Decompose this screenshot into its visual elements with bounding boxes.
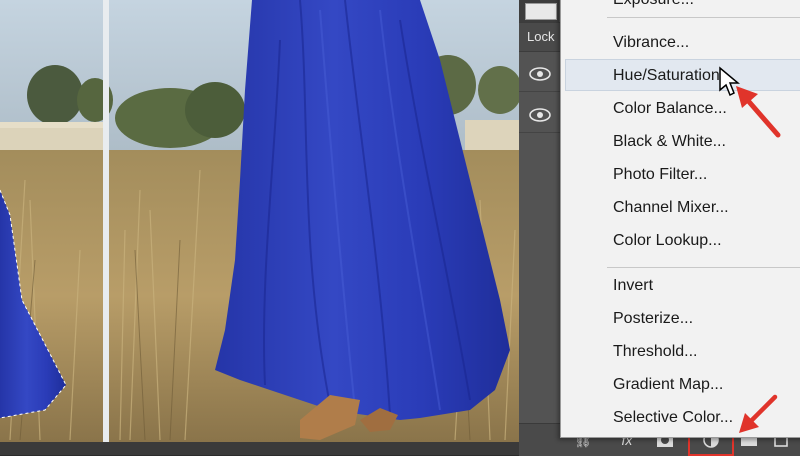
photo <box>0 0 519 442</box>
blend-mode-field[interactable] <box>525 3 557 20</box>
menu-item-color-balance[interactable]: Color Balance... <box>613 100 727 118</box>
eye-icon[interactable] <box>529 108 551 122</box>
adjustment-layer-menu: Exposure... Vibrance... Hue/Saturation..… <box>560 0 800 438</box>
menu-item-posterize[interactable]: Posterize... <box>613 310 693 328</box>
menu-item-color-lookup[interactable]: Color Lookup... <box>613 232 722 250</box>
menu-item-threshold[interactable]: Threshold... <box>613 343 697 361</box>
menu-item-black-white[interactable]: Black & White... <box>613 133 726 151</box>
annotation-arrow-icon <box>739 394 778 433</box>
menu-item-photo-filter[interactable]: Photo Filter... <box>613 166 707 184</box>
menu-item-selective-color[interactable]: Selective Color... <box>613 409 733 427</box>
document-canvas[interactable] <box>0 0 519 455</box>
menu-separator <box>607 17 800 18</box>
menu-item-hue-saturation[interactable]: Hue/Saturation... <box>613 67 733 85</box>
canvas-status-strip <box>0 442 519 455</box>
panel-top-strip <box>519 0 559 22</box>
eye-icon[interactable] <box>529 67 551 81</box>
menu-item-channel-mixer[interactable]: Channel Mixer... <box>613 199 729 217</box>
menu-item-vibrance[interactable]: Vibrance... <box>613 34 689 52</box>
menu-separator <box>607 267 800 268</box>
menu-item-gradient-map[interactable]: Gradient Map... <box>613 376 723 394</box>
menu-item-exposure[interactable]: Exposure... <box>613 0 694 9</box>
lock-label: Lock <box>527 29 555 44</box>
annotation-arrow-icon <box>736 86 781 138</box>
menu-item-invert[interactable]: Invert <box>613 277 653 295</box>
